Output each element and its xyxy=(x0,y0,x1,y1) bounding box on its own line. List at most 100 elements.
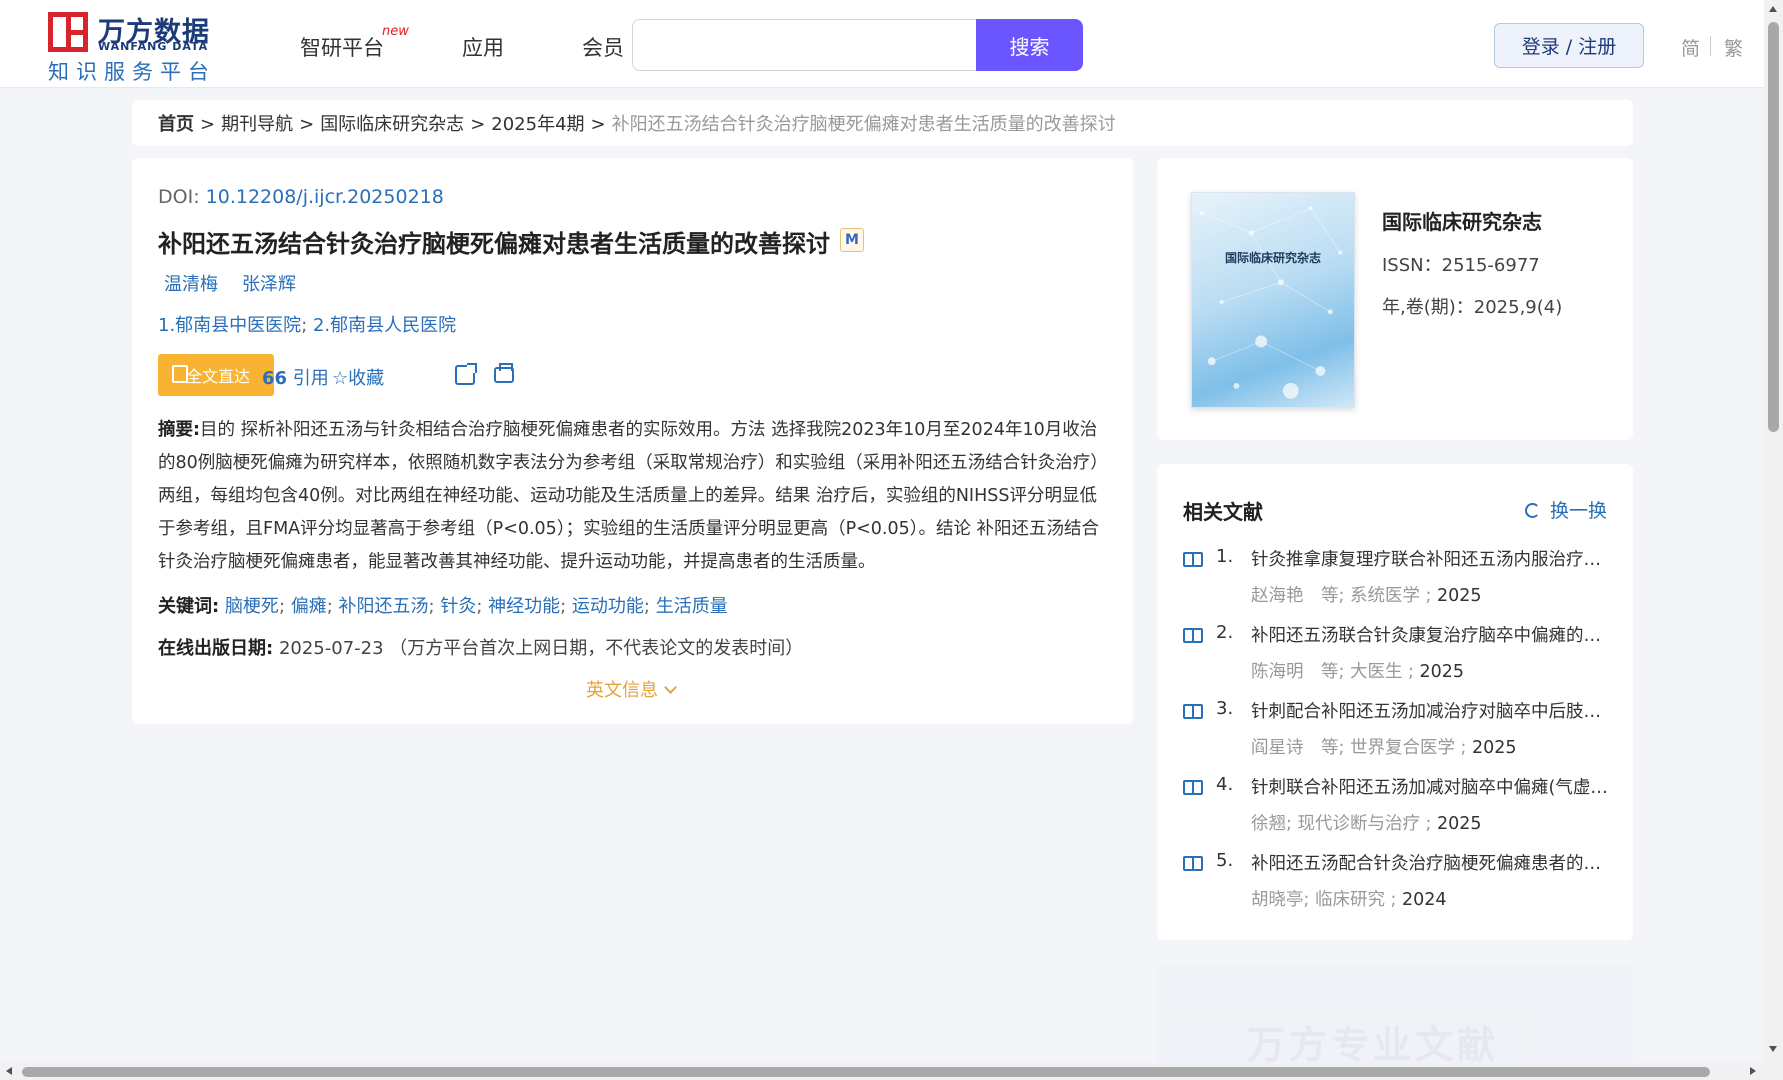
cite-label: 引用 xyxy=(292,368,329,389)
fulltext-button[interactable]: 全文直达 xyxy=(158,354,274,396)
book-icon xyxy=(1183,704,1203,719)
related-meta: 阎星诗 等; 世界复合医学 ; 2025 xyxy=(1251,738,1517,758)
journal-volume: 年,卷(期)：2025,9(4) xyxy=(1382,297,1563,318)
breadcrumb-issue[interactable]: 2025年4期 xyxy=(491,114,584,135)
related-meta: 徐翘; 现代诊断与治疗 ; 2025 xyxy=(1251,814,1482,834)
book-icon xyxy=(1183,856,1203,871)
affiliation-link[interactable]: 2.郁南县人民医院 xyxy=(313,315,456,336)
cite-button[interactable]: 66 引用 xyxy=(262,364,329,390)
journal-name[interactable]: 国际临床研究杂志 xyxy=(1382,206,1542,235)
abstract: 摘要:目的 探析补阳还五汤与针灸相结合治疗脑梗死偏瘫患者的实际效用。方法 选择我… xyxy=(158,414,1108,579)
related-item: 2. 补阳还五汤联合针灸康复治疗脑卒中偏瘫的临床效果 陈海明 等; 大医生 ; … xyxy=(1183,622,1613,692)
quote-icon: 66 xyxy=(262,368,288,389)
keywords-label: 关键词: xyxy=(158,596,220,617)
doi-link[interactable]: 10.12208/j.ijcr.20250218 xyxy=(206,186,444,208)
vertical-scrollbar[interactable] xyxy=(1764,0,1783,1063)
related-literature-card: 相关文献 换一换 1. 针灸推拿康复理疗联合补阳还五汤内服治疗脑梗死偏瘫的效果 … xyxy=(1157,464,1633,940)
journal-cover[interactable]: 国际临床研究杂志 xyxy=(1191,192,1355,408)
free-fulltext-icon xyxy=(172,365,188,383)
wanfang-logo-mark xyxy=(48,12,88,52)
search-input[interactable] xyxy=(632,19,976,71)
book-icon xyxy=(1183,628,1203,643)
scroll-up-arrow-icon[interactable] xyxy=(1769,6,1777,12)
related-title-link[interactable]: 针灸推拿康复理疗联合补阳还五汤内服治疗脑梗死偏瘫的效果 xyxy=(1251,546,1611,571)
mendeley-icon[interactable]: M xyxy=(840,228,864,252)
lang-divider xyxy=(1710,36,1711,56)
related-title-link[interactable]: 针刺配合补阳还五汤加减治疗对脑卒中后肢体功能障碍的影响 xyxy=(1251,698,1611,723)
related-title: 相关文献 xyxy=(1183,500,1263,524)
abstract-label: 摘要: xyxy=(158,420,200,440)
breadcrumb-separator: > xyxy=(590,114,606,135)
keyword-link[interactable]: 脑梗死 xyxy=(225,596,279,617)
nav-member[interactable]: 会员 xyxy=(582,32,624,62)
related-item: 5. 补阳还五汤配合针灸治疗脑梗死偏瘫患者的临床效果 胡晓亭; 临床研究 ; 2… xyxy=(1183,850,1613,920)
breadcrumb-home[interactable]: 首页 xyxy=(158,114,194,135)
chevron-down-icon xyxy=(664,681,677,694)
print-icon[interactable] xyxy=(494,363,514,383)
doi-label: DOI: xyxy=(158,186,200,208)
related-title-link[interactable]: 补阳还五汤联合针灸康复治疗脑卒中偏瘫的临床效果 xyxy=(1251,622,1611,647)
related-num: 5. xyxy=(1216,850,1234,871)
nav-apps[interactable]: 应用 xyxy=(462,32,504,62)
breadcrumb-current: 补阳还五汤结合针灸治疗脑梗死偏瘫对患者生活质量的改善探讨 xyxy=(611,114,1116,135)
pubdate-note: （万方平台首次上网日期，不代表论文的发表时间） xyxy=(389,638,804,659)
breadcrumb-journal[interactable]: 国际临床研究杂志 xyxy=(320,114,464,135)
keyword-link[interactable]: 神经功能 xyxy=(488,596,560,617)
fulltext-label: 全文直达 xyxy=(186,367,251,386)
scroll-right-arrow-icon[interactable] xyxy=(1750,1067,1756,1075)
article-title: 补阳还五汤结合针灸治疗脑梗死偏瘫对患者生活质量的改善探讨 xyxy=(158,230,830,258)
promo-text: 万方专业文献 xyxy=(1247,1023,1500,1064)
keyword-link[interactable]: 生活质量 xyxy=(656,596,728,617)
lang-traditional[interactable]: 繁 xyxy=(1724,34,1743,61)
affiliation-link[interactable]: 1.郁南县中医医院 xyxy=(158,315,301,336)
breadcrumb-separator: > xyxy=(470,114,486,135)
breadcrumb: 首页 > 期刊导航 > 国际临床研究杂志 >2025年4期 > 补阳还五汤结合针灸治疗脑梗死偏… xyxy=(132,100,1633,146)
breadcrumb-journal-nav[interactable]: 期刊导航 xyxy=(221,114,293,135)
lang-simplified[interactable]: 简 xyxy=(1681,34,1700,61)
login-register-button[interactable]: 登录 / 注册 xyxy=(1494,23,1644,68)
logo-en-text: WANFANG DATA xyxy=(98,40,209,53)
book-icon xyxy=(1183,780,1203,795)
wanfang-logo[interactable]: 万方数据 WANFANG DATA 知识服务平台 xyxy=(48,10,218,84)
english-info-toggle[interactable]: 英文信息 xyxy=(586,676,677,702)
related-meta: 陈海明 等; 大医生 ; 2025 xyxy=(1251,662,1465,682)
affiliation-list: 1.郁南县中医医院; 2.郁南县人民医院 xyxy=(158,315,457,336)
refresh-icon xyxy=(1525,503,1540,518)
keyword-link[interactable]: 补阳还五汤 xyxy=(339,596,429,617)
related-title-link[interactable]: 补阳还五汤配合针灸治疗脑梗死偏瘫患者的临床效果 xyxy=(1251,850,1611,875)
keyword-link[interactable]: 偏瘫 xyxy=(291,596,327,617)
article-card: DOI: 10.12208/j.ijcr.20250218 补阳还五汤结合针灸治… xyxy=(132,158,1133,724)
keyword-link[interactable]: 运动功能 xyxy=(572,596,644,617)
breadcrumb-separator: > xyxy=(200,114,216,135)
author-link[interactable]: 温清梅 xyxy=(164,274,218,295)
horizontal-scroll-thumb[interactable] xyxy=(22,1067,1710,1077)
journal-card: 国际临床研究杂志 国际临床研究杂志 ISSN：2515-6977 年,卷(期)：… xyxy=(1157,158,1633,440)
top-header: 万方数据 WANFANG DATA 知识服务平台 智研平台 new 应用 会员 … xyxy=(0,0,1783,88)
vertical-scroll-thumb[interactable] xyxy=(1768,22,1779,432)
scroll-left-arrow-icon[interactable] xyxy=(6,1067,12,1075)
cover-title: 国际临床研究杂志 xyxy=(1224,251,1321,265)
favorite-button[interactable]: ☆收藏 xyxy=(332,364,384,390)
doi-line: DOI: 10.12208/j.ijcr.20250218 xyxy=(158,186,444,208)
star-icon: ☆ xyxy=(332,368,349,389)
keyword-link[interactable]: 针灸 xyxy=(440,596,476,617)
horizontal-scrollbar[interactable] xyxy=(0,1063,1783,1080)
related-num: 4. xyxy=(1216,774,1234,795)
logo-subtitle: 知识服务平台 xyxy=(48,60,216,84)
scroll-down-arrow-icon[interactable] xyxy=(1769,1046,1777,1052)
refresh-button[interactable]: 换一换 xyxy=(1525,496,1607,523)
refresh-label: 换一换 xyxy=(1550,500,1608,522)
search-button[interactable]: 搜索 xyxy=(976,19,1083,71)
publication-date: 在线出版日期: 2025-07-23 （万方平台首次上网日期，不代表论文的发表时… xyxy=(158,634,803,660)
related-num: 3. xyxy=(1216,698,1234,719)
share-icon[interactable] xyxy=(455,363,477,385)
related-meta: 赵海艳 等; 系统医学 ; 2025 xyxy=(1251,586,1482,606)
author-link[interactable]: 张泽辉 xyxy=(242,274,296,295)
nav-zhiyan[interactable]: 智研平台 xyxy=(300,32,384,62)
favorite-label: 收藏 xyxy=(348,368,385,389)
promo-banner[interactable]: 万方专业文献 xyxy=(1157,964,1633,1064)
author-list: 温清梅 张泽辉 xyxy=(164,270,320,296)
related-title-link[interactable]: 针刺联合补阳还五汤加减对脑卒中偏瘫(气虚血瘀证)的疗效 xyxy=(1251,774,1611,799)
related-num: 2. xyxy=(1216,622,1234,643)
related-num: 1. xyxy=(1216,546,1234,567)
